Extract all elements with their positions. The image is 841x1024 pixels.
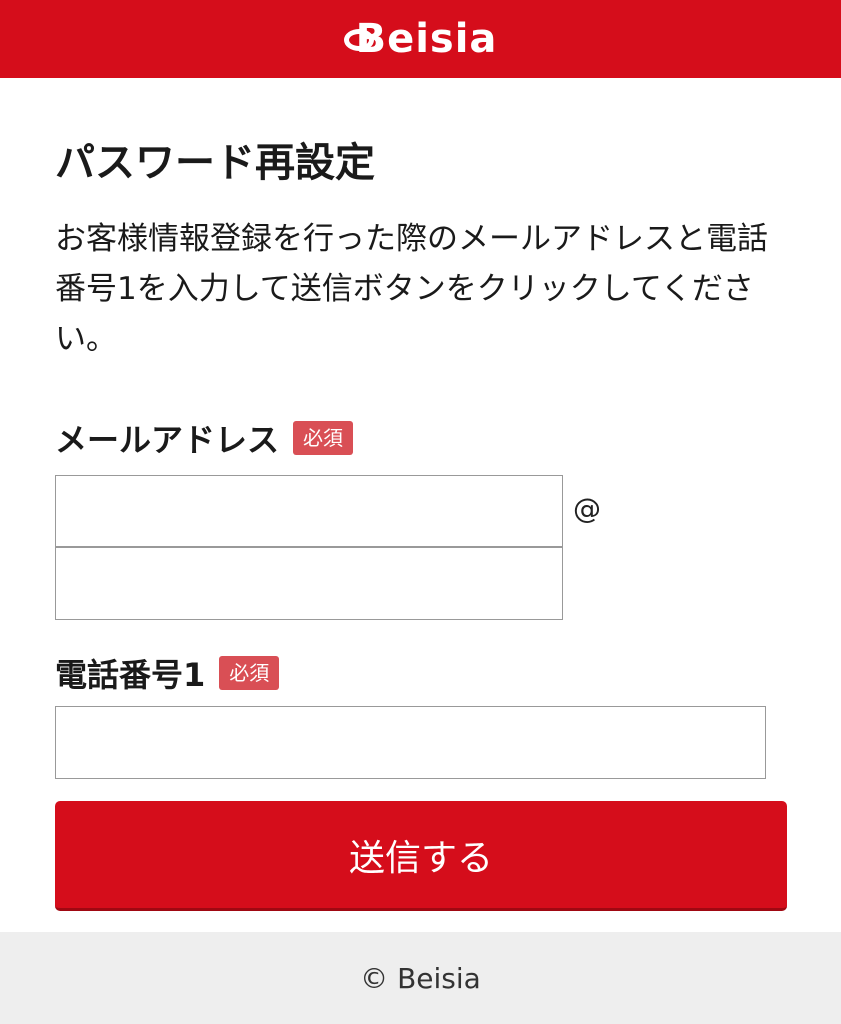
site-footer: © Beisia: [0, 932, 841, 1024]
phone-number-input[interactable]: [55, 706, 766, 779]
email-label-text: メールアドレス: [55, 421, 280, 459]
phone-field-label: 電話番号1 必須: [55, 650, 280, 696]
phone-required-badge: 必須: [219, 656, 280, 690]
email-field-label: メールアドレス 必須: [55, 415, 354, 461]
at-sign: @: [573, 492, 601, 525]
copyright-text: © Beisia: [360, 961, 481, 995]
phone-label-text: 電話番号1: [55, 656, 206, 694]
email-required-badge: 必須: [293, 421, 354, 455]
email-domain-input[interactable]: [55, 547, 563, 620]
page-title: パスワード再設定: [55, 140, 375, 186]
site-header: Beisia: [0, 0, 841, 78]
beisia-logo[interactable]: Beisia: [343, 16, 498, 62]
logo-text: Beisia: [355, 16, 498, 62]
instructions-text: お客様情報登録を行った際のメールアドレスと電話番号1を入力して送信ボタンをクリッ…: [55, 221, 768, 357]
submit-button[interactable]: 送信する: [55, 801, 787, 911]
email-local-part-input[interactable]: [55, 475, 563, 547]
